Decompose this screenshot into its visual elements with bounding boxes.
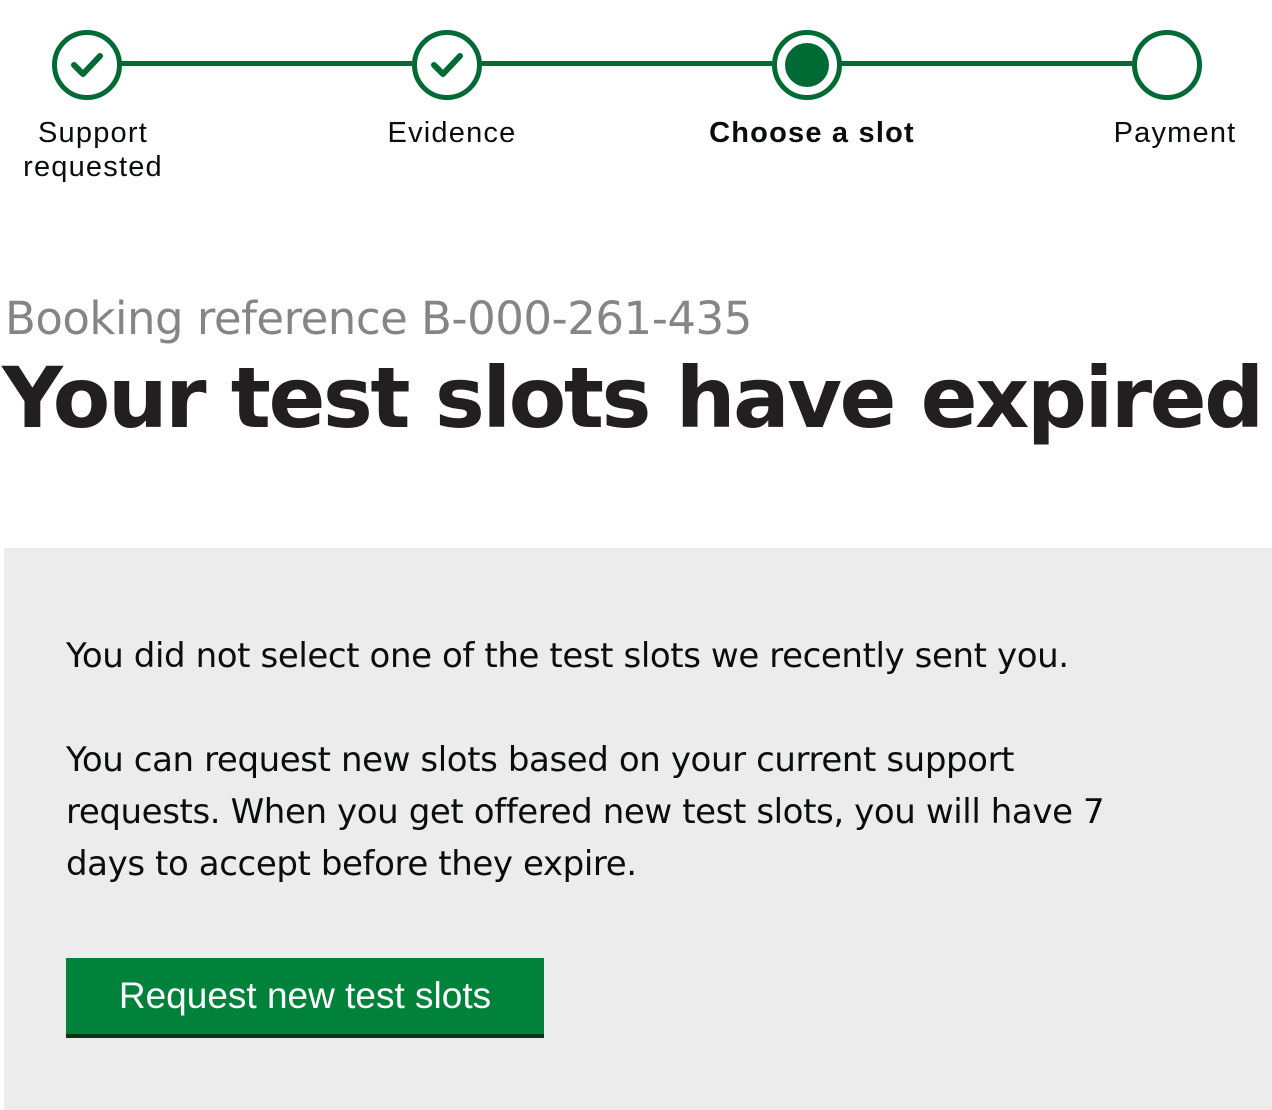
step-choose-a-slot-indicator [772,30,842,100]
step-choose-a-slot-label: Choose a slot [709,117,915,149]
step-connector [480,61,772,66]
check-icon [71,53,103,77]
expired-slots-panel: You did not select one of the test slots… [4,548,1272,1110]
request-new-test-slots-button[interactable]: Request new test slots [66,958,544,1038]
step-connector [120,61,412,66]
step-connector [840,61,1132,66]
step-payment-label: Payment [1113,117,1237,149]
step-support-requested-indicator [52,30,122,100]
step-payment-indicator [1132,30,1202,100]
progress-stepper: Support requested Evidence Choose a slot… [0,0,1272,200]
step-evidence-label: Evidence [387,117,517,149]
current-dot-icon [785,43,829,87]
step-evidence-indicator [412,30,482,100]
step-support-requested-label: Support requested [23,117,163,183]
request-info-message: You can request new slots based on your … [66,740,1105,884]
booking-reference-caption: Booking reference B-000-261-435 [5,292,752,345]
check-icon [431,53,463,77]
not-selected-message: You did not select one of the test slots… [66,636,1069,676]
page-title: Your test slots have expired [2,349,1264,447]
